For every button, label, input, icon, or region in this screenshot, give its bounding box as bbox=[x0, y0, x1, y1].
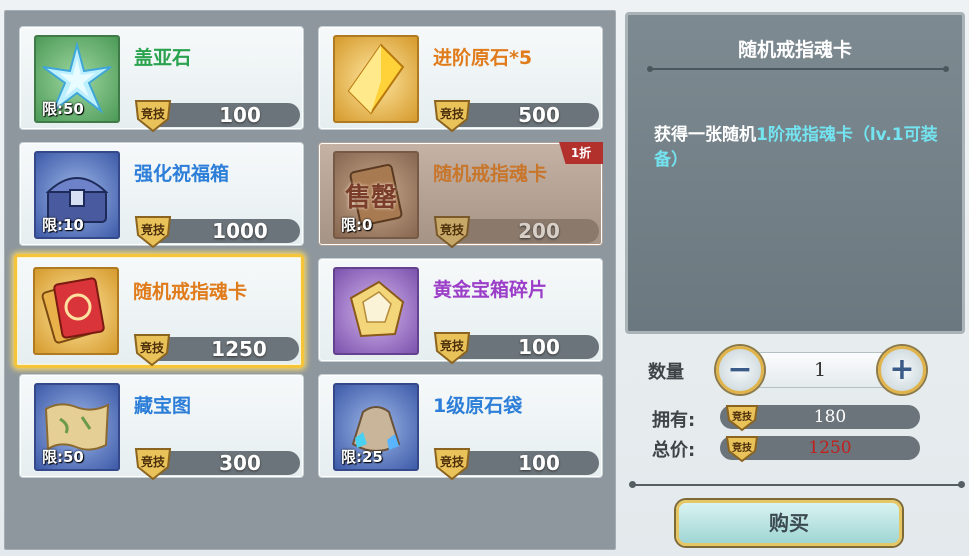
item-icon-frame: 售罄 限:0 bbox=[333, 151, 419, 239]
total-value: 1250 bbox=[808, 438, 852, 458]
plus-icon: + bbox=[889, 352, 915, 387]
shop-item-advanced-ore[interactable]: 进阶原石*5 竞技 500 bbox=[318, 26, 603, 133]
item-icon-frame bbox=[333, 35, 419, 123]
buy-button[interactable]: 购买 bbox=[676, 500, 902, 546]
item-icon-frame bbox=[333, 267, 419, 355]
detail-title: 随机戒指魂卡 bbox=[737, 39, 852, 61]
shop-item-ring-card-selected[interactable]: 随机戒指魂卡 竞技 1250 bbox=[14, 254, 304, 368]
limit-text: 限:10 bbox=[42, 216, 84, 234]
item-price: 1000 bbox=[212, 219, 268, 243]
minus-icon: − bbox=[727, 352, 753, 387]
arena-currency-icon: 竞技 bbox=[132, 95, 174, 133]
svg-text:竞技: 竞技 bbox=[440, 106, 465, 121]
arena-currency-icon: 竞技 bbox=[724, 402, 760, 432]
item-price: 1250 bbox=[211, 337, 267, 361]
increase-quantity-button[interactable]: + bbox=[878, 346, 926, 394]
sold-out-stamp: 售罄 bbox=[345, 183, 398, 213]
item-price: 200 bbox=[518, 219, 560, 243]
limit-text: 限:50 bbox=[42, 100, 84, 118]
shop-item-blessing-box[interactable]: 限:10 强化祝福箱 竞技 1000 bbox=[19, 142, 304, 249]
item-name: 随机戒指魂卡 bbox=[133, 281, 248, 303]
discount-tag: 1折 bbox=[559, 142, 603, 164]
limit-text: 限:50 bbox=[42, 448, 84, 466]
limit-text: 限:25 bbox=[341, 448, 383, 466]
total-label: 总价: bbox=[652, 440, 696, 461]
arena-currency-icon: 竞技 bbox=[132, 211, 174, 249]
shard-icon bbox=[335, 269, 417, 353]
decrease-quantity-button[interactable]: − bbox=[716, 346, 764, 394]
arena-currency-icon: 竞技 bbox=[431, 211, 473, 249]
owned-value: 180 bbox=[813, 407, 847, 427]
item-name: 盖亚石 bbox=[134, 47, 192, 69]
arena-currency-icon: 竞技 bbox=[724, 433, 760, 463]
yellow-crystal-icon bbox=[335, 37, 417, 121]
item-price: 100 bbox=[518, 451, 560, 475]
item-name: 藏宝图 bbox=[134, 395, 192, 417]
svg-text:竞技: 竞技 bbox=[440, 454, 465, 469]
svg-text:竞技: 竞技 bbox=[440, 222, 465, 237]
quantity-label: 数量 bbox=[648, 362, 684, 383]
shop-item-ore-bag[interactable]: 限:25 1级原石袋 竞技 100 bbox=[318, 374, 603, 481]
shop-item-gaia-stone[interactable]: 限:50 盖亚石 竞技 100 bbox=[19, 26, 304, 133]
item-name: 1级原石袋 bbox=[433, 395, 523, 417]
item-price: 100 bbox=[518, 335, 560, 359]
item-name: 强化祝福箱 bbox=[134, 163, 230, 185]
item-icon-frame: 限:50 bbox=[34, 383, 120, 471]
item-name: 随机戒指魂卡 bbox=[433, 163, 548, 185]
item-icon-frame: 限:10 bbox=[34, 151, 120, 239]
quantity-value[interactable]: 1 bbox=[760, 352, 880, 388]
shop-item-treasure-map[interactable]: 限:50 藏宝图 竞技 300 bbox=[19, 374, 304, 481]
divider bbox=[629, 481, 965, 488]
limit-text: 限:0 bbox=[341, 216, 373, 234]
svg-text:竞技: 竞技 bbox=[440, 338, 465, 353]
owned-label: 拥有: bbox=[652, 410, 696, 431]
item-name: 黄金宝箱碎片 bbox=[433, 279, 548, 301]
desc-prefix: 获得一张随机 bbox=[654, 125, 756, 145]
svg-text:竞技: 竞技 bbox=[731, 410, 753, 423]
arena-currency-icon: 竞技 bbox=[431, 95, 473, 133]
svg-text:竞技: 竞技 bbox=[141, 222, 166, 237]
item-name: 进阶原石*5 bbox=[433, 47, 533, 69]
item-detail-panel: 随机戒指魂卡 获得一张随机1阶戒指魂卡（lv.1可装备） bbox=[625, 12, 965, 334]
card-icon bbox=[35, 269, 117, 353]
svg-text:竞技: 竞技 bbox=[141, 106, 166, 121]
item-price: 100 bbox=[219, 103, 261, 127]
svg-text:竞技: 竞技 bbox=[141, 454, 166, 469]
item-icon-frame: 限:50 bbox=[34, 35, 120, 123]
svg-text:竞技: 竞技 bbox=[731, 441, 753, 454]
svg-text:竞技: 竞技 bbox=[140, 340, 165, 355]
item-price: 500 bbox=[518, 103, 560, 127]
shop-item-golden-chest-shard[interactable]: 黄金宝箱碎片 竞技 100 bbox=[318, 258, 603, 365]
item-icon-frame: 限:25 bbox=[333, 383, 419, 471]
arena-currency-icon: 竞技 bbox=[131, 329, 173, 367]
item-price: 300 bbox=[219, 451, 261, 475]
arena-currency-icon: 竞技 bbox=[431, 327, 473, 365]
arena-currency-icon: 竞技 bbox=[132, 443, 174, 481]
shop-item-ring-card-sold-out[interactable]: 售罄 限:0 1折 随机戒指魂卡 竞技 200 bbox=[318, 142, 603, 249]
divider bbox=[647, 66, 949, 72]
detail-description: 获得一张随机1阶戒指魂卡（lv.1可装备） bbox=[654, 123, 944, 173]
arena-currency-icon: 竞技 bbox=[431, 443, 473, 481]
item-icon-frame bbox=[33, 267, 119, 355]
